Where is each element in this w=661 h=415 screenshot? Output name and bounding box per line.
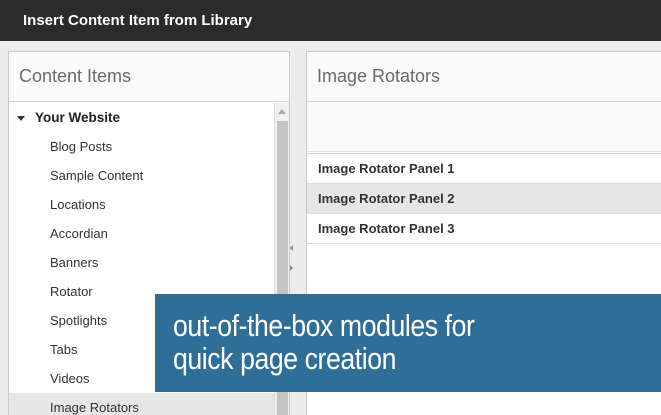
image-rotators-header: Image Rotators — [307, 52, 661, 102]
caption-line-2: quick page creation — [173, 341, 397, 376]
chevron-left-icon[interactable] — [290, 245, 293, 251]
list-item-image-rotator-panel-3[interactable]: Image Rotator Panel 3 — [307, 214, 661, 244]
dialog-title: Insert Content Item from Library — [0, 0, 661, 41]
tree-root-your-website[interactable]: Your Website — [9, 103, 275, 132]
tree-root-label: Your Website — [35, 110, 121, 125]
list-toolbar-area — [307, 102, 661, 152]
image-rotator-list: Image Rotator Panel 1 Image Rotator Pane… — [307, 153, 661, 244]
tree-item-image-rotators[interactable]: Image Rotators — [9, 393, 275, 415]
caption-line-1: out-of-the-box modules for — [173, 308, 475, 343]
scroll-up-arrow-icon[interactable] — [278, 109, 286, 114]
tree-item-banners[interactable]: Banners — [9, 248, 275, 277]
tree-item-blog-posts[interactable]: Blog Posts — [9, 132, 275, 161]
list-item-image-rotator-panel-1[interactable]: Image Rotator Panel 1 — [307, 154, 661, 184]
tree-item-accordian[interactable]: Accordian — [9, 219, 275, 248]
list-item-image-rotator-panel-2[interactable]: Image Rotator Panel 2 — [307, 184, 661, 214]
chevron-right-icon[interactable] — [290, 265, 293, 271]
caret-down-icon[interactable] — [17, 115, 25, 121]
promo-caption-banner: out-of-the-box modules for quick page cr… — [155, 294, 661, 392]
tree-item-sample-content[interactable]: Sample Content — [9, 161, 275, 190]
tree-item-locations[interactable]: Locations — [9, 190, 275, 219]
content-items-header: Content Items — [9, 52, 289, 102]
